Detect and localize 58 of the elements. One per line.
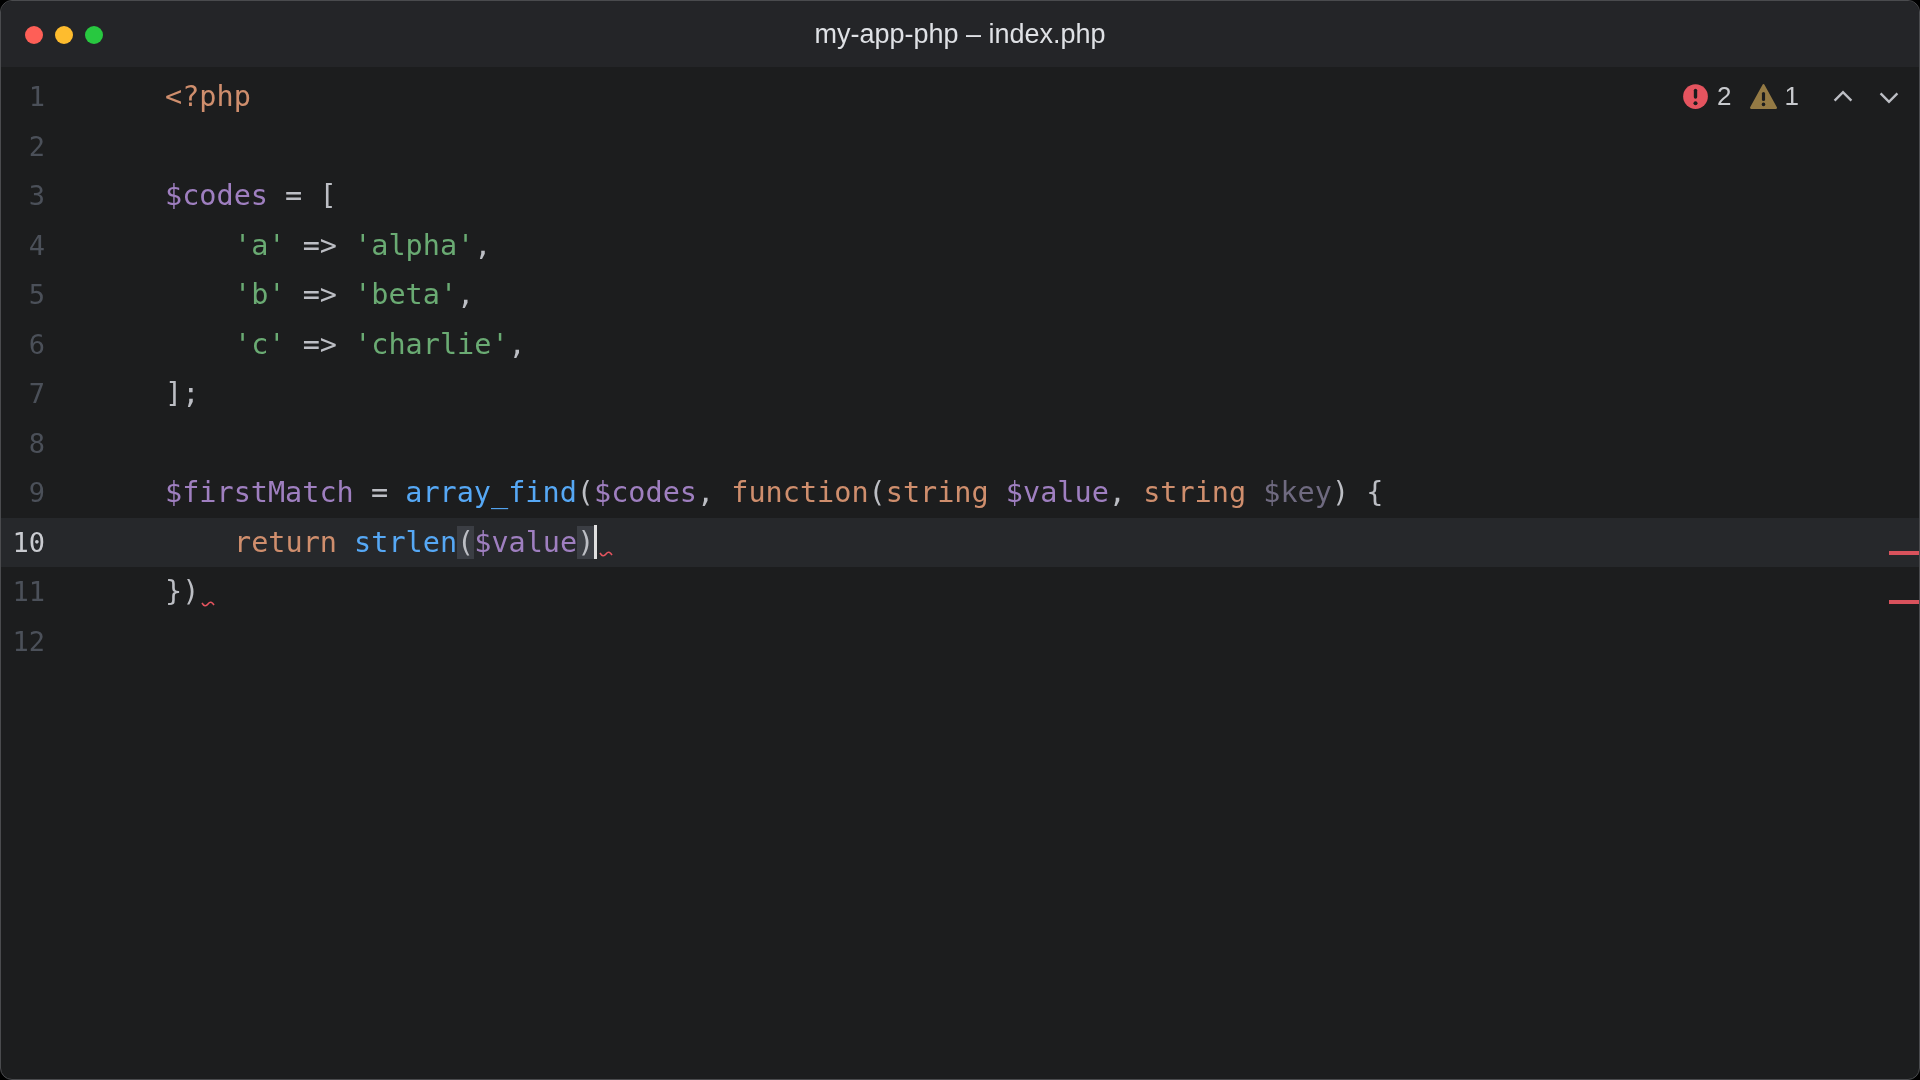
line-number: 8 <box>27 427 45 459</box>
error-stripe-marker[interactable] <box>1889 600 1919 604</box>
code-text: , <box>508 327 526 361</box>
function-name: strlen <box>354 525 458 559</box>
matched-bracket: ) <box>577 525 595 559</box>
zoom-button[interactable] <box>85 26 103 44</box>
string-literal: 'beta' <box>354 278 458 312</box>
line-number: 9 <box>27 477 45 509</box>
code-text: => <box>301 228 338 262</box>
keyword: return <box>234 525 338 559</box>
line-number: 11 <box>11 576 45 608</box>
error-stripe-marker[interactable] <box>1889 550 1919 555</box>
warning-count: 1 <box>1784 81 1799 112</box>
string-literal: 'c' <box>234 327 286 361</box>
line-number: 1 <box>27 81 45 113</box>
variable: $value <box>1005 476 1109 510</box>
minimize-button[interactable] <box>55 26 73 44</box>
code-text: => <box>301 278 338 312</box>
error-count: 2 <box>1717 81 1732 112</box>
function-name: array_find <box>405 476 577 510</box>
code-text: }) <box>165 575 200 609</box>
line-number: 3 <box>27 180 45 212</box>
variable: $firstMatch <box>165 476 354 510</box>
code-text: ( <box>576 476 594 510</box>
code-text: = <box>369 476 390 510</box>
code-text: , <box>474 228 492 262</box>
code-text: , <box>1108 476 1127 510</box>
code-text: => <box>301 327 338 361</box>
code-text: , <box>457 278 475 312</box>
code-text: = [ <box>284 179 337 213</box>
warning-icon[interactable] <box>1749 83 1777 110</box>
line-number: 5 <box>27 279 45 311</box>
string-literal: 'a' <box>234 228 286 262</box>
variable: $value <box>474 525 578 559</box>
line-number: 4 <box>27 229 45 261</box>
close-button[interactable] <box>25 26 43 44</box>
variable: $codes <box>165 179 268 213</box>
matched-bracket: ( <box>457 525 475 559</box>
line-number: 7 <box>27 378 45 410</box>
code-text: , <box>696 476 716 510</box>
keyword: string <box>885 476 990 510</box>
variable: $codes <box>594 476 697 510</box>
keyword: function <box>731 476 869 510</box>
window-title: my-app-php – index.php <box>814 18 1106 50</box>
line-number: 6 <box>27 328 45 360</box>
keyword: string <box>1143 476 1248 510</box>
line-number: 2 <box>27 130 45 162</box>
code-text: ) { <box>1331 476 1384 510</box>
code-text: ( <box>868 476 886 510</box>
error-icon[interactable] <box>1682 83 1710 110</box>
line-number: 12 <box>11 625 45 657</box>
string-literal: 'alpha' <box>354 228 475 262</box>
line-number: 10 <box>11 526 45 558</box>
unused-parameter: $key <box>1263 476 1332 510</box>
string-literal: 'charlie' <box>354 327 509 361</box>
code-text: ]; <box>165 377 200 411</box>
php-tag: <?php <box>165 80 251 114</box>
string-literal: 'b' <box>234 278 286 312</box>
